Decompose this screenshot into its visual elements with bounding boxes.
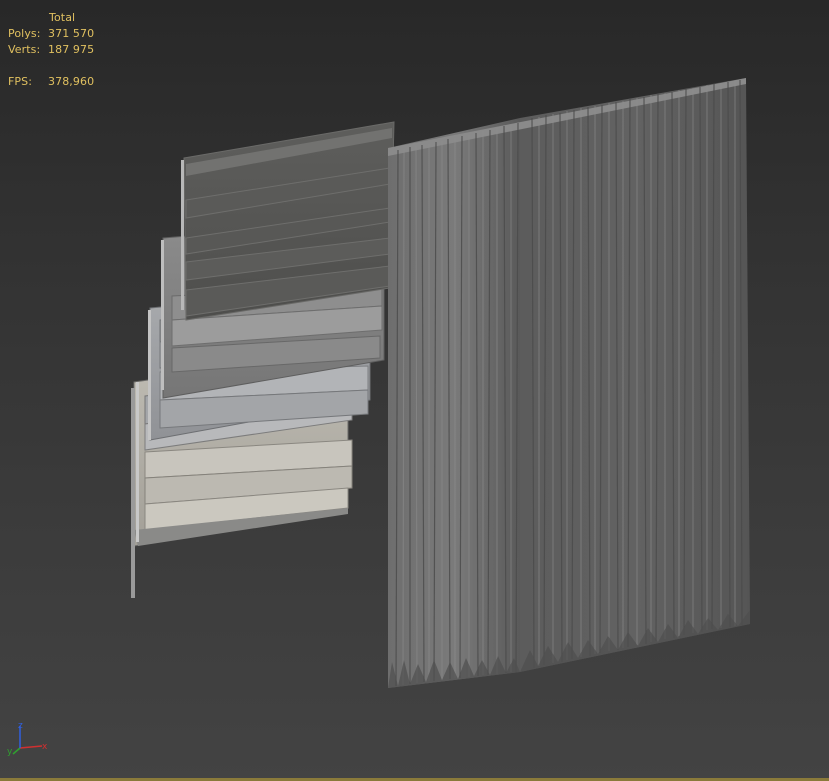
curtain-panel[interactable] [388,78,750,688]
x-axis-label: x [42,742,48,752]
y-axis-line [12,747,21,755]
x-axis-line [19,745,43,749]
roman-blind-dark[interactable] [181,121,395,321]
3d-viewport[interactable]: Total Polys: 371 570 Verts: 187 975 FPS:… [0,0,829,781]
scene-render [131,78,750,688]
z-axis-label: z [18,721,23,731]
axis-gizmo: x y z [7,721,48,757]
y-axis-label: y [7,747,13,757]
